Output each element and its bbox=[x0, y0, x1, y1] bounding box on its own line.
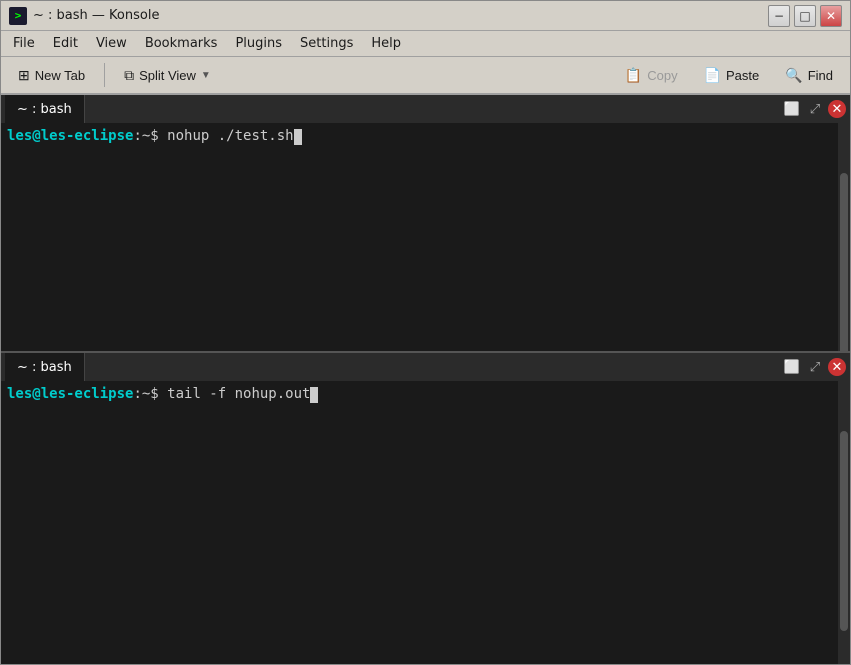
title-bar: ~ : bash — Konsole − □ ✕ bbox=[1, 1, 850, 31]
copy-button[interactable]: 📋 Copy bbox=[614, 62, 689, 89]
find-button[interactable]: 🔍 Find bbox=[774, 62, 844, 89]
toolbar: ⊞ New Tab ⧉ Split View ▼ 📋 Copy 📄 Paste … bbox=[1, 57, 850, 95]
top-prompt-dir: :~$ bbox=[133, 127, 167, 147]
split-view-label: Split View bbox=[139, 68, 196, 83]
bottom-terminal-pane[interactable]: les@les-eclipse :~$ tail -f nohup.out bbox=[1, 381, 850, 664]
menu-help[interactable]: Help bbox=[363, 34, 409, 53]
find-label: Find bbox=[808, 68, 833, 83]
bottom-pane-detach-button[interactable]: ⤢ bbox=[805, 357, 825, 377]
bottom-terminal-content: les@les-eclipse :~$ tail -f nohup.out bbox=[1, 381, 850, 664]
menu-bookmarks[interactable]: Bookmarks bbox=[137, 34, 226, 53]
bottom-prompt-dir: :~$ bbox=[133, 385, 167, 405]
top-cursor bbox=[294, 129, 302, 145]
menu-file[interactable]: File bbox=[5, 34, 43, 53]
bottom-tab[interactable]: ~ : bash bbox=[5, 353, 85, 381]
paste-icon: 📄 bbox=[704, 67, 721, 84]
top-tab-bar: ~ : bash ⬜ ⤢ ✕ bbox=[1, 95, 850, 123]
menu-edit[interactable]: Edit bbox=[45, 34, 86, 53]
menu-plugins[interactable]: Plugins bbox=[227, 34, 290, 53]
top-prompt-user: les@les-eclipse bbox=[7, 127, 133, 147]
maximize-button[interactable]: □ bbox=[794, 5, 816, 27]
window-title: ~ : bash — Konsole bbox=[33, 8, 159, 23]
top-tab-controls: ⬜ ⤢ ✕ bbox=[782, 99, 846, 119]
top-pane-restore-button[interactable]: ⬜ bbox=[782, 99, 802, 119]
new-tab-icon: ⊞ bbox=[18, 67, 30, 84]
top-prompt-command: nohup ./test.sh bbox=[167, 127, 293, 147]
top-scrollbar[interactable] bbox=[838, 123, 850, 351]
menu-view[interactable]: View bbox=[88, 34, 135, 53]
bottom-prompt-command: tail -f nohup.out bbox=[167, 385, 310, 405]
top-tab-label: ~ : bash bbox=[17, 102, 72, 117]
konsole-window: ~ : bash — Konsole − □ ✕ File Edit View … bbox=[0, 0, 851, 665]
terminal-icon bbox=[9, 7, 27, 25]
top-pane-wrapper: ~ : bash ⬜ ⤢ ✕ les@les-eclipse :~$ nohup… bbox=[1, 95, 850, 351]
split-view-arrow: ▼ bbox=[201, 70, 211, 81]
copy-label: Copy bbox=[647, 68, 677, 83]
bottom-pane-close-button[interactable]: ✕ bbox=[828, 358, 846, 376]
bottom-cursor bbox=[310, 387, 318, 403]
split-view-icon: ⧉ bbox=[124, 67, 134, 84]
new-tab-button[interactable]: ⊞ New Tab bbox=[7, 62, 96, 89]
close-button[interactable]: ✕ bbox=[820, 5, 842, 27]
top-pane-close-button[interactable]: ✕ bbox=[828, 100, 846, 118]
copy-icon: 📋 bbox=[625, 67, 642, 84]
top-terminal-pane[interactable]: les@les-eclipse :~$ nohup ./test.sh bbox=[1, 123, 850, 351]
bottom-terminal-prompt: les@les-eclipse :~$ tail -f nohup.out bbox=[7, 385, 844, 405]
menu-bar: File Edit View Bookmarks Plugins Setting… bbox=[1, 31, 850, 57]
top-terminal-prompt: les@les-eclipse :~$ nohup ./test.sh bbox=[7, 127, 844, 147]
bottom-pane-wrapper: ~ : bash ⬜ ⤢ ✕ les@les-eclipse :~$ tail … bbox=[1, 353, 850, 664]
new-tab-label: New Tab bbox=[35, 68, 85, 83]
top-pane-detach-button[interactable]: ⤢ bbox=[805, 99, 825, 119]
bottom-tab-label: ~ : bash bbox=[17, 360, 72, 375]
top-terminal-content: les@les-eclipse :~$ nohup ./test.sh bbox=[1, 123, 850, 351]
minimize-button[interactable]: − bbox=[768, 5, 790, 27]
split-view-button[interactable]: ⧉ Split View ▼ bbox=[113, 62, 222, 89]
toolbar-separator-1 bbox=[104, 63, 105, 87]
top-scrollbar-thumb[interactable] bbox=[840, 173, 848, 373]
bottom-prompt-user: les@les-eclipse bbox=[7, 385, 133, 405]
bottom-pane-restore-button[interactable]: ⬜ bbox=[782, 357, 802, 377]
top-tab[interactable]: ~ : bash bbox=[5, 95, 85, 123]
title-bar-left: ~ : bash — Konsole bbox=[9, 7, 159, 25]
menu-settings[interactable]: Settings bbox=[292, 34, 361, 53]
bottom-tab-bar: ~ : bash ⬜ ⤢ ✕ bbox=[1, 353, 850, 381]
bottom-tab-controls: ⬜ ⤢ ✕ bbox=[782, 357, 846, 377]
terminal-section: ~ : bash ⬜ ⤢ ✕ les@les-eclipse :~$ nohup… bbox=[1, 95, 850, 664]
bottom-scrollbar[interactable] bbox=[838, 381, 850, 664]
find-icon: 🔍 bbox=[785, 67, 802, 84]
paste-label: Paste bbox=[726, 68, 759, 83]
bottom-scrollbar-thumb[interactable] bbox=[840, 431, 848, 631]
paste-button[interactable]: 📄 Paste bbox=[693, 62, 771, 89]
window-controls: − □ ✕ bbox=[768, 5, 842, 27]
